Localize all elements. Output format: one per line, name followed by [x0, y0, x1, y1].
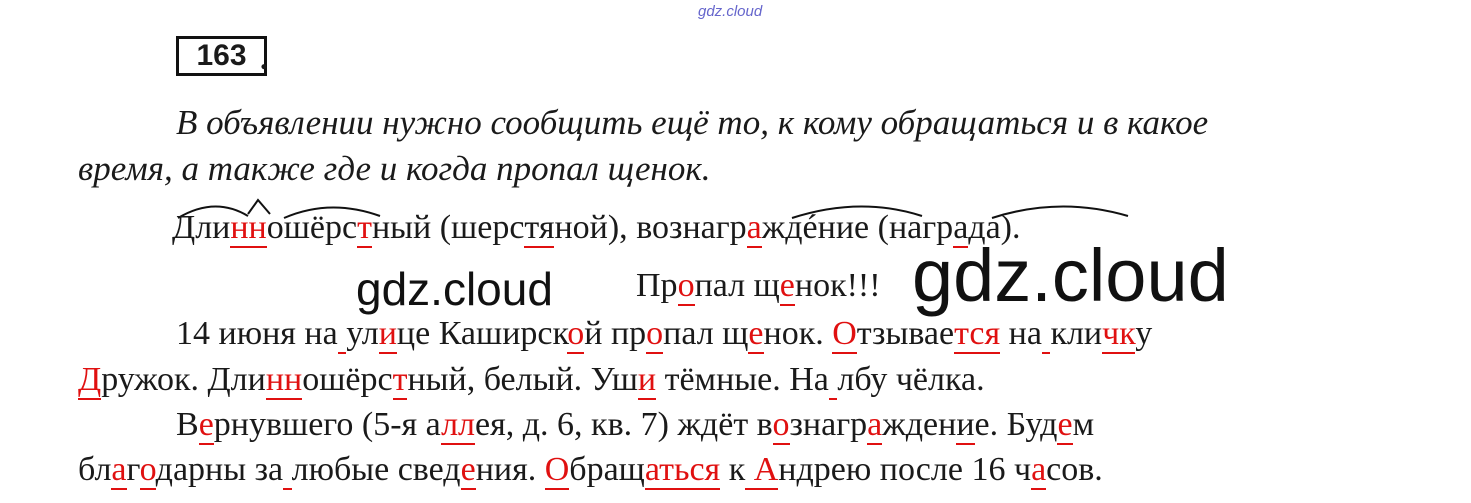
ad-heading: Пропал щенок!!!	[636, 267, 881, 306]
watermark-large: gdz.cloud	[912, 234, 1229, 317]
watermark-small: gdz.cloud	[356, 263, 553, 315]
ad-line-2: Дружок. Длинношёрстный, белый. Уши тёмны…	[78, 361, 985, 400]
word-analysis-line: Длинношёрстный (шерстяной), вознаграждéн…	[172, 209, 1021, 248]
ad-line-1: 14 июня на улице Каширской пропал щенок.…	[176, 315, 1153, 354]
ad-line-4: благодарны за любые сведения. Обращаться…	[78, 451, 1103, 490]
ad-line-3: Вернувшего (5-я аллея, д. 6, кв. 7) ждёт…	[176, 406, 1095, 445]
